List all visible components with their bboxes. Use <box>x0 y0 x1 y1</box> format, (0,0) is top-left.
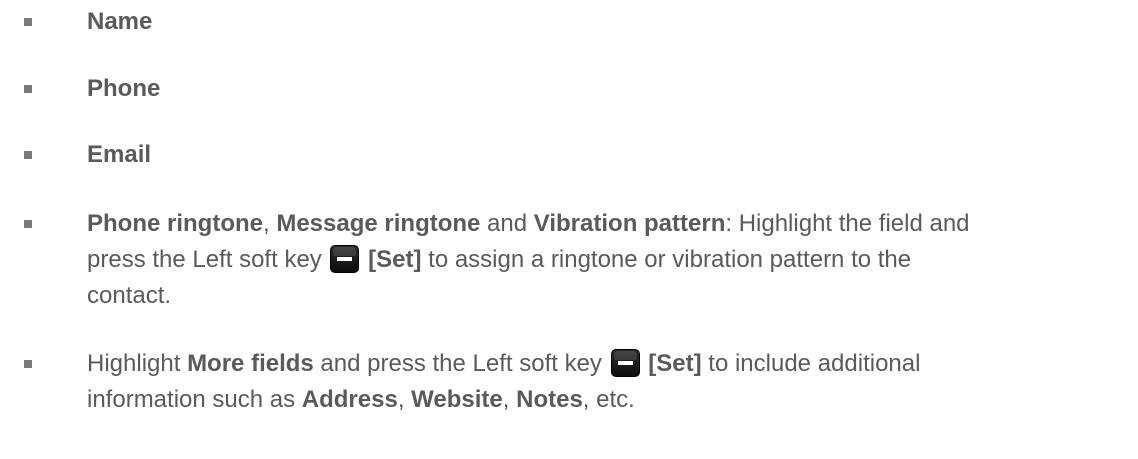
bullet-icon <box>24 360 32 368</box>
field-email-label: Email <box>87 141 152 168</box>
ringtone-line-1: Phone ringtone, Message ringtone and Vib… <box>87 210 970 237</box>
document-page: Name Phone Email Phone ringtone, Message… <box>0 0 1138 459</box>
more-fields-label: More fields <box>187 350 314 377</box>
notes-label: Notes <box>516 386 583 413</box>
phone-ringtone-label: Phone ringtone <box>87 210 263 237</box>
more-fields-line-1: Highlight More fields and press the Left… <box>87 349 921 377</box>
ringtone-line-3: contact. <box>87 282 172 309</box>
field-name-label: Name <box>87 8 153 35</box>
left-soft-key-icon <box>330 245 360 273</box>
website-label: Website <box>411 386 503 413</box>
set-label: [Set] <box>648 350 702 377</box>
set-label: [Set] <box>368 246 422 273</box>
message-ringtone-label: Message ringtone <box>276 210 481 237</box>
vibration-pattern-label: Vibration pattern <box>533 210 726 237</box>
bullet-icon <box>24 151 32 159</box>
bullet-icon <box>24 220 32 228</box>
bullet-icon <box>24 85 32 93</box>
field-phone-label: Phone <box>87 75 161 102</box>
more-fields-line-2: information such as Address, Website, No… <box>87 386 635 413</box>
ringtone-line-2: press the Left soft key [Set] to assign … <box>87 245 912 273</box>
bullet-icon <box>24 18 32 26</box>
ringtone-paragraph: Phone ringtone, Message ringtone and Vib… <box>87 206 1124 314</box>
address-label: Address <box>301 386 398 413</box>
left-soft-key-icon <box>610 349 640 377</box>
more-fields-paragraph: Highlight More fields and press the Left… <box>87 346 1124 418</box>
